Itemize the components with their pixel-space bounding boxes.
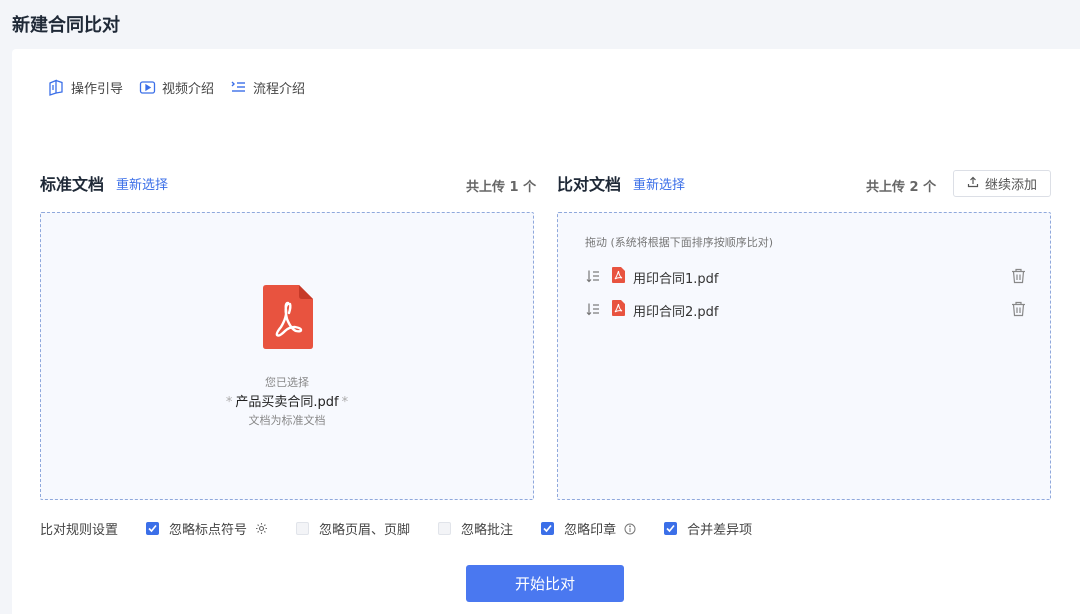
standard-title: 标准文档 bbox=[40, 175, 105, 194]
option-merge-diffs[interactable]: 合并差异项 bbox=[664, 519, 752, 538]
checkbox-unchecked[interactable] bbox=[438, 522, 452, 535]
compare-file-name: 用印合同1.pdf bbox=[633, 271, 719, 287]
checkbox-unchecked[interactable] bbox=[296, 522, 310, 535]
option-ignore-comments[interactable]: 忽略批注 bbox=[438, 519, 513, 538]
guide-operation[interactable]: 操作引导 bbox=[48, 78, 123, 97]
play-icon bbox=[139, 79, 156, 96]
pdf-file-icon bbox=[612, 267, 625, 287]
guide-process[interactable]: 流程介绍 bbox=[230, 78, 305, 97]
chosen-caption: 您已选择 bbox=[265, 376, 309, 389]
compare-file-row[interactable]: 用印合同2.pdf bbox=[586, 300, 1026, 320]
guide-video[interactable]: 视频介绍 bbox=[139, 78, 214, 97]
list-icon bbox=[230, 79, 247, 96]
drag-sort-icon[interactable] bbox=[586, 301, 600, 320]
settings-icon[interactable] bbox=[255, 522, 268, 535]
drag-tip: 拖动 (系统将根据下面排序按顺序比对) bbox=[585, 236, 774, 249]
chosen-file-name-text: 产品买卖合同.pdf bbox=[235, 395, 339, 410]
option-label: 忽略页眉、页脚 bbox=[319, 523, 411, 538]
standard-upload-panel[interactable]: 您已选择 * 产品买卖合同.pdf * 文档为标准文档 bbox=[40, 212, 534, 500]
standard-reselect-link[interactable]: 重新选择 bbox=[116, 174, 168, 193]
trash-icon[interactable] bbox=[1011, 301, 1026, 321]
compare-header: 比对文档 重新选择 bbox=[557, 173, 685, 194]
info-icon[interactable] bbox=[624, 523, 636, 535]
book-icon bbox=[48, 79, 65, 96]
compare-upload-panel[interactable]: 拖动 (系统将根据下面排序按顺序比对) 用印合同1.pdf 用印合同2.pdf bbox=[557, 212, 1051, 500]
start-compare-button[interactable]: 开始比对 bbox=[466, 565, 624, 602]
option-label: 忽略批注 bbox=[461, 523, 514, 538]
main-card: 操作引导 视频介绍 流程介绍 标准文档 重新选择 共上传 1 个 比对文档 重新… bbox=[12, 49, 1080, 614]
checkbox-checked[interactable] bbox=[146, 522, 160, 535]
guide-process-label: 流程介绍 bbox=[253, 82, 306, 97]
compare-title: 比对文档 bbox=[557, 175, 622, 194]
star-mark-left: * bbox=[225, 395, 233, 410]
star-mark-right: * bbox=[341, 395, 349, 410]
drag-sort-icon[interactable] bbox=[586, 268, 600, 287]
compare-reselect-link[interactable]: 重新选择 bbox=[633, 174, 685, 193]
standard-count: 共上传 1 个 bbox=[466, 180, 537, 195]
option-label: 忽略印章 bbox=[564, 523, 617, 538]
pdf-file-icon bbox=[612, 300, 625, 320]
upload-icon bbox=[967, 176, 979, 192]
guide-operation-label: 操作引导 bbox=[71, 82, 124, 97]
option-label: 合并差异项 bbox=[687, 523, 753, 538]
option-ignore-seal[interactable]: 忽略印章 bbox=[541, 519, 636, 538]
checkbox-checked[interactable] bbox=[541, 522, 555, 535]
chosen-file-name: * 产品买卖合同.pdf * bbox=[41, 391, 533, 410]
continue-add-label: 继续添加 bbox=[984, 178, 1037, 193]
option-ignore-header-footer[interactable]: 忽略页眉、页脚 bbox=[296, 519, 410, 538]
standard-header: 标准文档 重新选择 bbox=[40, 173, 168, 194]
checkbox-checked[interactable] bbox=[664, 522, 678, 535]
compare-file-row[interactable]: 用印合同1.pdf bbox=[586, 267, 1026, 287]
option-label: 忽略标点符号 bbox=[169, 523, 248, 538]
page-title: 新建合同比对 bbox=[12, 15, 120, 36]
option-ignore-punctuation[interactable]: 忽略标点符号 bbox=[146, 519, 268, 538]
continue-add-button[interactable]: 继续添加 bbox=[953, 170, 1051, 197]
standard-note: 文档为标准文档 bbox=[248, 414, 326, 427]
compare-count: 共上传 2 个 bbox=[866, 180, 937, 195]
rules-label: 比对规则设置 bbox=[40, 523, 119, 538]
compare-rules: 比对规则设置 忽略标点符号 忽略页眉、页脚 忽略批注 忽略印章 合并差异项 bbox=[40, 519, 780, 538]
guide-video-label: 视频介绍 bbox=[162, 82, 215, 97]
guide-bar: 操作引导 视频介绍 流程介绍 bbox=[48, 78, 305, 97]
pdf-file-icon bbox=[263, 285, 313, 353]
compare-file-name: 用印合同2.pdf bbox=[633, 304, 719, 320]
trash-icon[interactable] bbox=[1011, 268, 1026, 288]
